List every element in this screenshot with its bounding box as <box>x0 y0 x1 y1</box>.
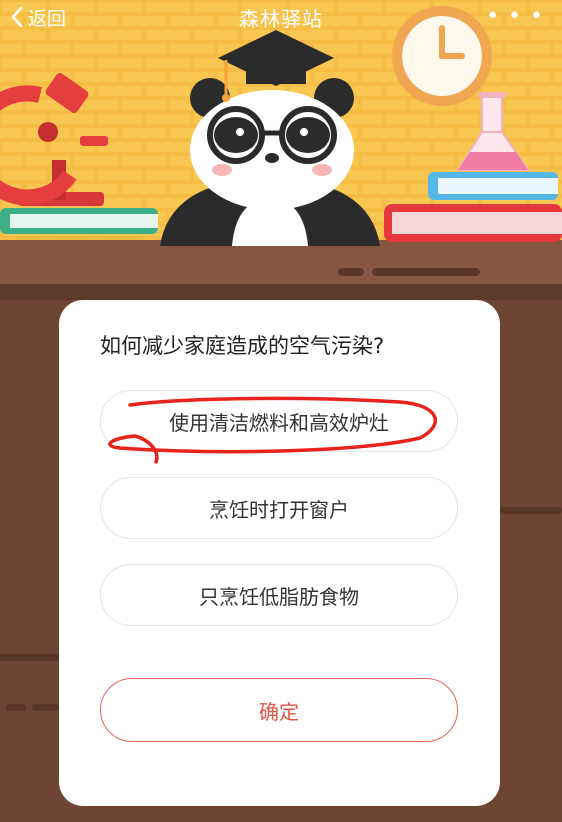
more-icon[interactable]: • • • <box>486 4 544 29</box>
back-label: 返回 <box>28 7 67 30</box>
page-title: 森林驿站 <box>239 6 323 31</box>
option-button-2[interactable]: 烹饪时打开窗户 <box>100 477 458 539</box>
question-text: 如何减少家庭造成的空气污染? <box>100 334 385 358</box>
option-label: 只烹饪低脂肪食物 <box>199 584 359 609</box>
chevron-left-icon <box>11 6 23 28</box>
navigation-bar: 返回 森林驿站 • • • <box>0 0 562 34</box>
confirm-label: 确定 <box>259 699 299 724</box>
option-button-3[interactable]: 只烹饪低脂肪食物 <box>100 564 458 626</box>
option-button-1[interactable]: 使用清洁燃料和高效炉灶 <box>100 390 458 452</box>
back-button[interactable]: 返回 <box>10 3 66 31</box>
option-label: 使用清洁燃料和高效炉灶 <box>169 410 389 435</box>
book-icon <box>0 208 158 234</box>
option-label: 烹饪时打开窗户 <box>209 497 349 522</box>
confirm-button[interactable]: 确定 <box>100 678 458 742</box>
quiz-card: 如何减少家庭造成的空气污染? 使用清洁燃料和高效炉灶 烹饪时打开窗户 只烹饪低脂… <box>59 300 500 806</box>
